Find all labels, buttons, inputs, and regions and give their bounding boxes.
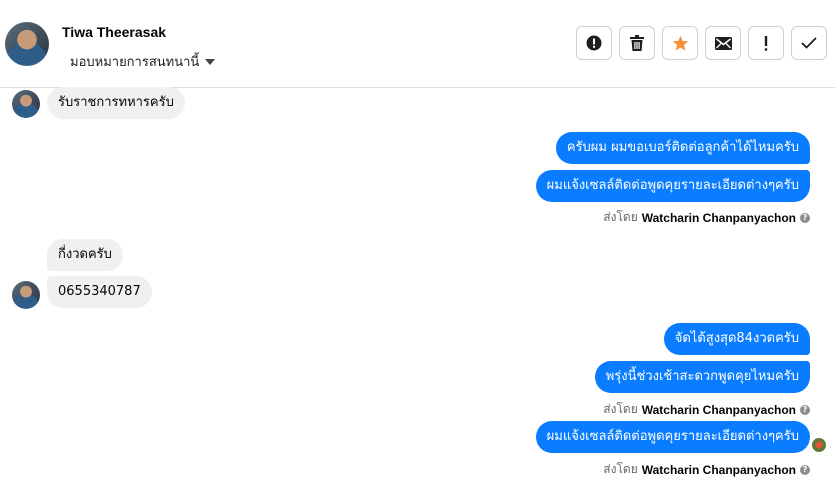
help-icon[interactable]: ? (800, 464, 810, 475)
contact-avatar[interactable] (5, 22, 49, 66)
contact-avatar-small (12, 281, 40, 309)
assign-label: มอบหมายการสนทนานี้ (70, 55, 200, 70)
sent-by-name: Watcharin Chanpanyachon (641, 402, 796, 417)
sent-by-name: Watcharin Chanpanyachon (641, 462, 796, 477)
contact-avatar-small (12, 90, 40, 118)
seen-indicator-avatar (812, 438, 826, 452)
contact-name[interactable]: Tiwa Theerasak (62, 24, 166, 40)
help-icon[interactable]: ? (800, 404, 810, 415)
sent-by-label: ส่งโดย Watcharin Chanpanyachon ? (603, 400, 810, 419)
message-bubble-outgoing[interactable]: พรุ่งนี้ช่วงเช้าสะดวกพูดคุยไหมครับ (594, 361, 810, 393)
done-button[interactable] (791, 26, 827, 60)
sent-by-name: Watcharin Chanpanyachon (641, 210, 796, 225)
important-button[interactable] (748, 26, 784, 60)
spam-button[interactable] (576, 26, 612, 60)
sent-by-prefix: ส่งโดย (603, 462, 638, 476)
conversation-header: Tiwa Theerasak มอบหมายการสนทนานี้ (0, 0, 835, 88)
message-bubble-incoming[interactable]: 0655340787 (47, 276, 152, 308)
message-bubble-outgoing[interactable]: จัดได้สูงสุด84งวดครับ (663, 323, 810, 355)
message-bubble-incoming[interactable]: กี่งวดครับ (47, 239, 123, 271)
message-bubble-outgoing[interactable]: ผมแจ้งเซลล์ติดต่อพูดคุยรายละเอียดต่างๆคร… (535, 421, 810, 453)
mark-unread-button[interactable] (705, 26, 741, 60)
message-bubble-outgoing[interactable]: ครับผม ผมขอเบอร์ติดต่อลูกค้าได้ไหมครับ (555, 132, 810, 164)
delete-button[interactable] (619, 26, 655, 60)
sent-by-prefix: ส่งโดย (603, 210, 638, 224)
sent-by-label: ส่งโดย Watcharin Chanpanyachon ? (603, 208, 810, 227)
conversation-toolbar (576, 26, 827, 60)
assign-conversation-dropdown[interactable]: มอบหมายการสนทนานี้ (70, 51, 216, 72)
trash-icon (630, 35, 644, 51)
envelope-icon (714, 36, 732, 50)
help-icon[interactable]: ? (800, 212, 810, 223)
exclamation-icon (764, 35, 768, 51)
star-button[interactable] (662, 26, 698, 60)
sent-by-prefix: ส่งโดย (603, 402, 638, 416)
caret-down-icon (205, 58, 216, 65)
message-bubble-outgoing[interactable]: ผมแจ้งเซลล์ติดต่อพูดคุยรายละเอียดต่างๆคร… (535, 170, 810, 202)
exclamation-circle-icon (586, 35, 602, 51)
star-icon (672, 35, 688, 51)
check-icon (801, 37, 817, 49)
message-bubble-incoming[interactable]: รับราชการทหารครับ (47, 87, 185, 119)
sent-by-label: ส่งโดย Watcharin Chanpanyachon ? (603, 460, 810, 479)
